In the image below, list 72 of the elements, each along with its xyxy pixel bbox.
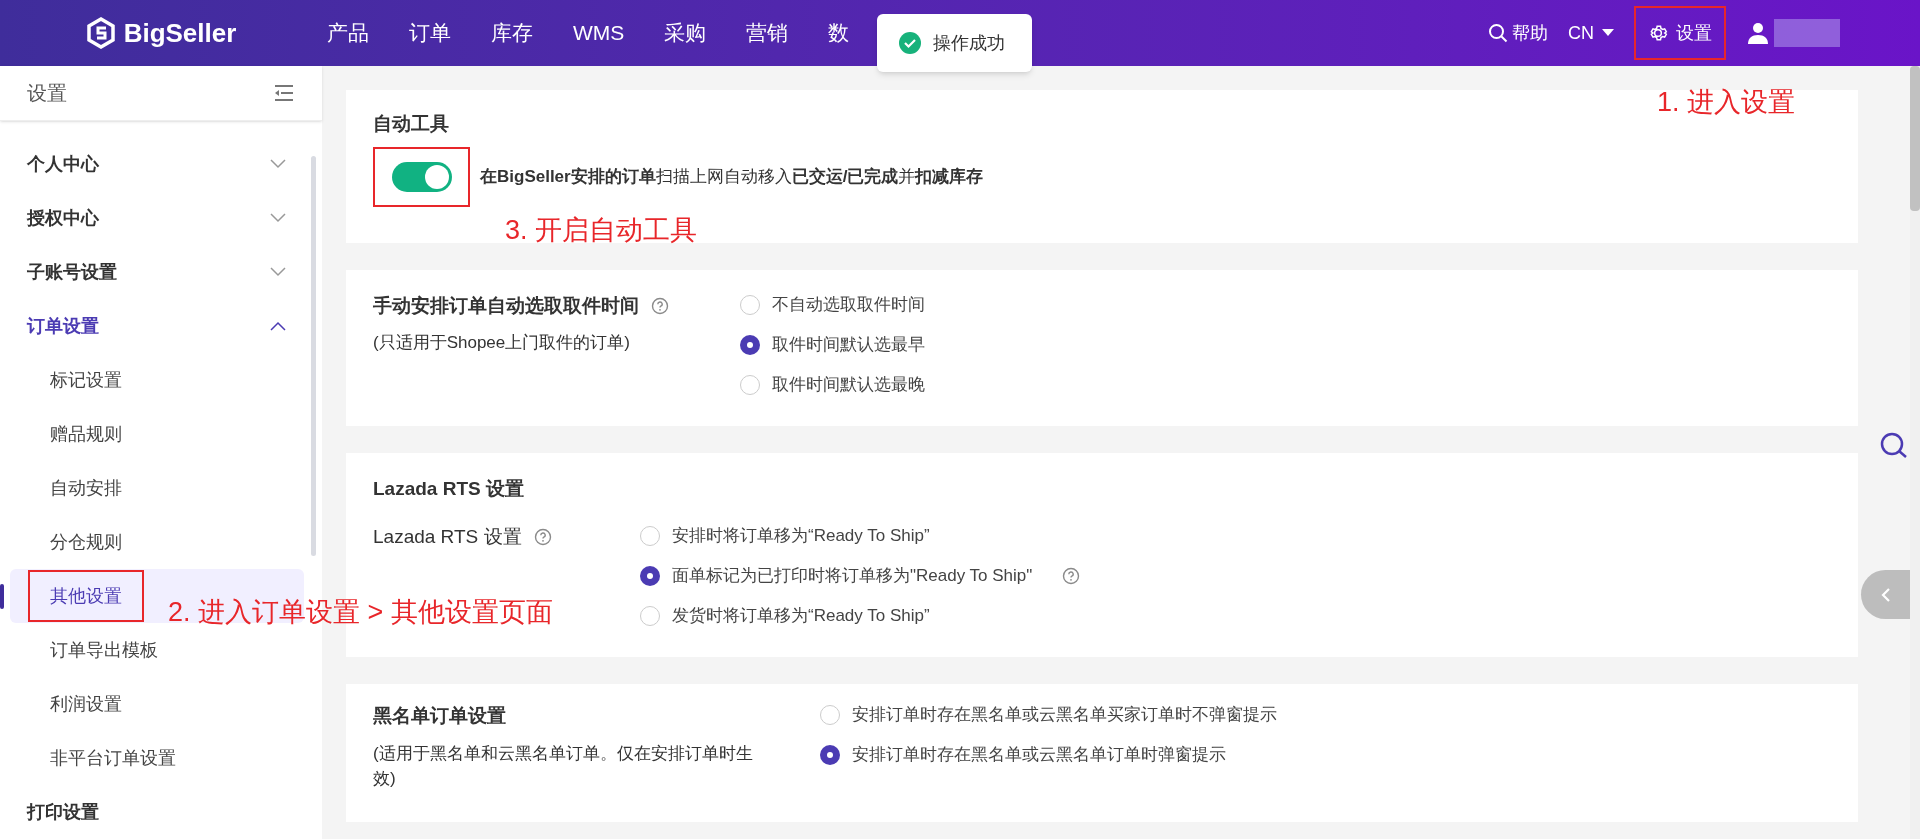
help-icon[interactable] [1062,567,1081,585]
radio-option[interactable]: 取件时间默认选最早 [740,331,925,358]
help-icon[interactable] [651,296,669,315]
user-icon[interactable] [1746,21,1770,45]
nav-link[interactable]: 采购 [659,17,712,49]
radio-button[interactable] [640,526,660,546]
logo-text: BigSeller [123,16,237,50]
radio-button[interactable] [740,374,760,395]
sidebar-item[interactable]: 自动安排 [28,462,144,514]
radio-option[interactable]: 面单标记为已打印时将订单移为"Ready To Ship" [640,563,1033,589]
setting-label: 手动安排订单自动选取取件时间 [373,293,639,318]
nav-link[interactable]: 库存 [486,17,538,49]
settings-button[interactable]: 设置 [1634,6,1726,60]
sidebar-group[interactable]: 个人中心 [10,137,304,191]
radio-button[interactable] [740,294,760,315]
sidebar-group[interactable]: 授权中心 [10,191,304,245]
setting-note: (只适用于Shopee上门取件的订单) [373,332,630,354]
sidebar-item[interactable]: 分仓规则 [28,516,144,568]
toggle-switch[interactable] [391,161,452,192]
setting-note: (适用于黑名单和云黑名单订单。仅在安排订单时生效) [373,742,754,790]
sidebar-group[interactable]: 打印设置 [10,785,304,839]
setting-label: 黑名单订单设置 [373,704,506,728]
nav-link[interactable]: 产品 [322,17,374,49]
radio-button[interactable] [640,606,660,626]
nav-link[interactable]: 订单 [404,17,456,49]
chevron-down-icon [270,159,286,169]
chevron-left-icon [1880,586,1891,603]
sidebar-item[interactable]: 其他设置 [28,570,144,622]
radio-option[interactable]: 取件时间默认选最晚 [740,371,925,398]
sidebar-group[interactable]: 子账号设置 [10,245,304,299]
chevron-down-icon [270,267,286,277]
radio-option[interactable]: 安排时将订单移为“Ready To Ship” [640,523,930,549]
section-title: Lazada RTS 设置 [373,476,525,501]
radio-button[interactable] [820,745,840,765]
settings-icon [1648,23,1668,43]
radio-option[interactable]: 不自动选取取件时间 [740,291,925,318]
radio-button[interactable] [740,334,760,355]
collapse-icon[interactable] [273,84,295,102]
success-icon [899,32,921,54]
logo-icon [85,17,116,49]
radio-button[interactable] [820,705,840,725]
toast-message: 操作成功 [933,31,1005,55]
search-icon[interactable] [1880,432,1908,460]
radio-option[interactable]: 安排订单时存在黑名单或云黑名单订单时弹窗提示 [820,742,1226,768]
blurred-username [1774,19,1840,47]
sidebar-group[interactable]: 订单设置 [10,299,304,353]
section-title: 自动工具 [373,112,450,136]
sidebar-item[interactable]: 利润设置 [28,678,144,730]
help-icon[interactable] [533,528,552,547]
sidebar-item[interactable]: 赠品规则 [28,408,144,460]
caret-icon [1602,29,1614,37]
sidebar-title: 设置 [27,81,67,106]
chevron-down-icon [270,213,286,223]
chevron-up-icon [270,321,286,331]
toggle-knob [424,164,449,189]
radio-option[interactable]: 安排订单时存在黑名单或云黑名单买家订单时不弹窗提示 [820,702,1277,728]
nav-link[interactable]: 营销 [741,17,794,49]
scrollbar-thumb[interactable] [1910,66,1920,211]
nav-link[interactable]: WMS [568,17,630,49]
nav-link[interactable]: 数 [823,17,855,49]
sidebar-item[interactable]: 非平台订单设置 [28,732,198,784]
help-link[interactable]: 帮助 [1488,19,1548,47]
annotation-text: 1. 进入设置 [1657,86,1796,119]
toggle-description: 在BigSeller安排的订单扫描上网自动移入已交运/已完成并扣减库存 [480,165,984,188]
annotation-text: 3. 开启自动工具 [505,214,698,247]
setting-label: Lazada RTS 设置 [373,525,522,549]
search-icon [1488,23,1508,43]
radio-button[interactable] [640,566,660,586]
language-dropdown[interactable]: CN [1568,19,1614,47]
radio-option[interactable]: 发货时将订单移为“Ready To Ship” [640,603,930,629]
active-indicator [0,584,4,609]
sidebar-item[interactable]: 标记设置 [28,354,144,406]
